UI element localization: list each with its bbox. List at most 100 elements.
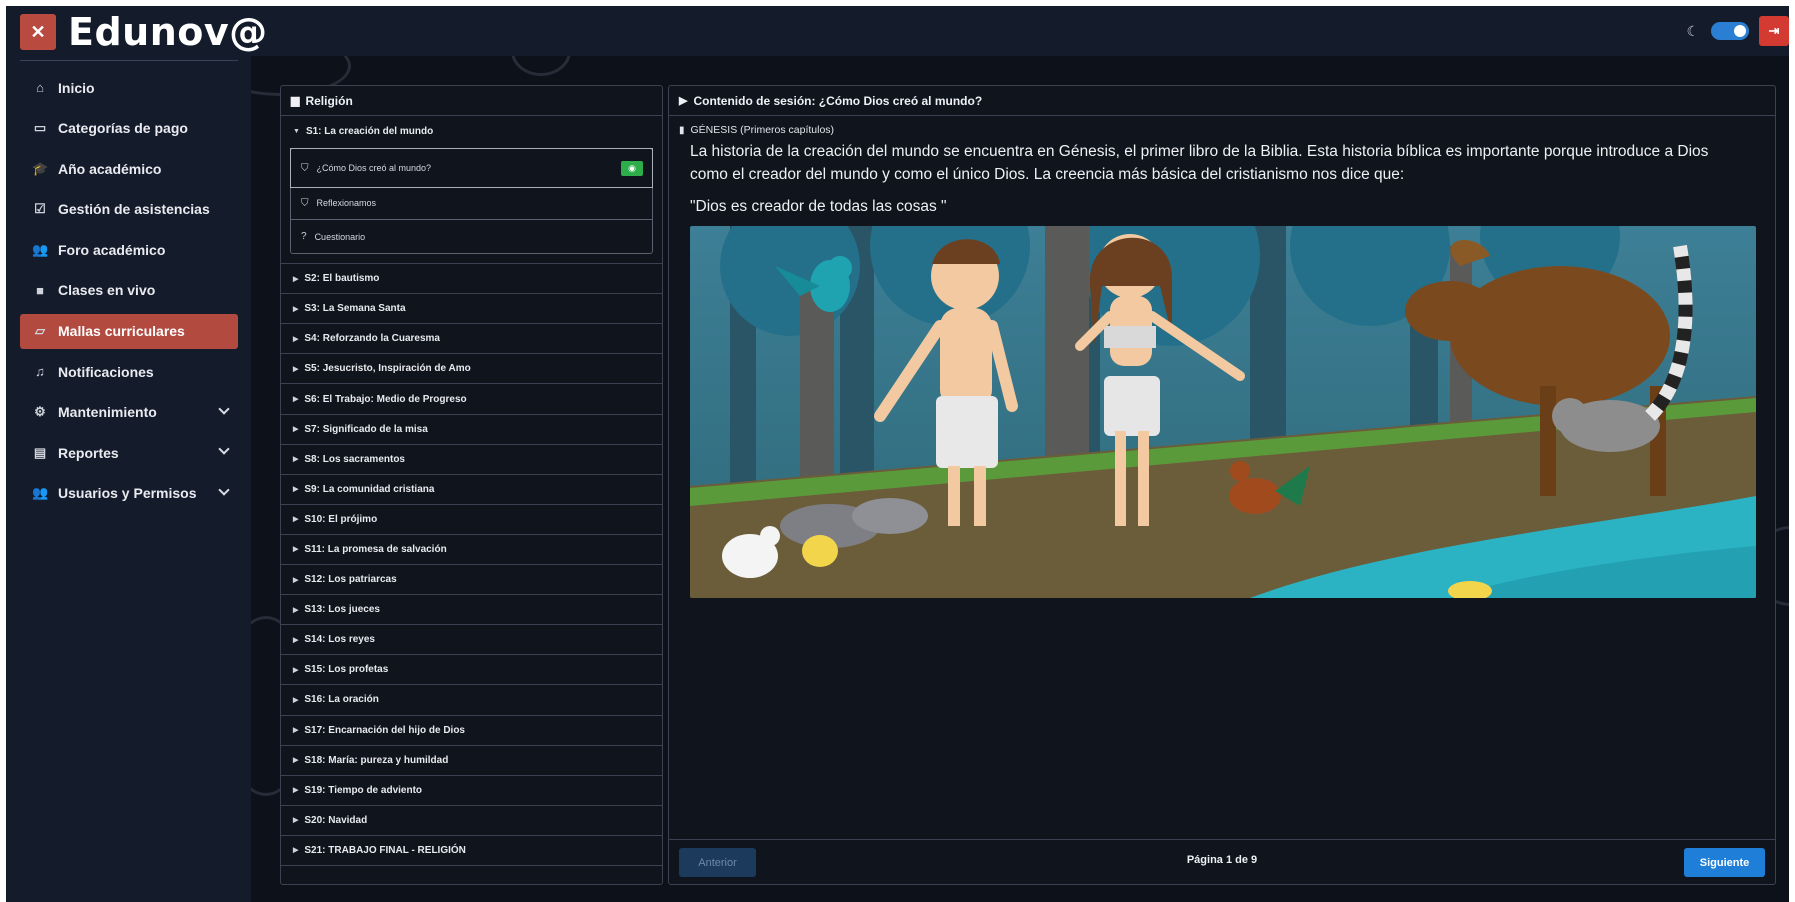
folder-open-icon: ▱ (35, 323, 45, 339)
bookmark-icon: ⛉ (301, 162, 309, 174)
sidebar: ✕ Edunov@ ⌂ Inicio ▭ Categorías de pago 🎓 Año… (6, 6, 267, 902)
lesson-list: ⛉ ¿Cómo Dios creó al mundo? ◉ ⛉ Reflexionamo… (290, 148, 653, 255)
course-panel-header: ▆ Religión (281, 86, 662, 116)
caret-right-icon: ▶ (293, 546, 299, 554)
session-label: S9: La comunidad cristiana (304, 483, 435, 495)
sidebar-item-label: Usuarios y Permisos (58, 485, 197, 502)
cogs-icon: ⚙ (34, 404, 46, 420)
session-label: S20: Navidad (304, 814, 368, 826)
brand-logo: Edunov@ (68, 10, 268, 54)
session-item[interactable]: ▶ S13: Los jueces (281, 595, 662, 626)
session-label: S21: TRABAJO FINAL - RELIGIÓN (304, 844, 466, 856)
caret-right-icon: ▶ (293, 305, 299, 313)
session-item[interactable]: ▶ S18: María: pureza y humildad (281, 746, 662, 776)
session-label: S12: Los patriarcas (304, 574, 397, 586)
caret-right-icon: ▶ (293, 787, 299, 795)
brand: ✕ Edunov@ (20, 10, 268, 54)
session-item[interactable]: ▶ S21: TRABAJO FINAL - RELIGIÓN (281, 836, 662, 866)
sidebar-item-mantenimiento[interactable]: ⚙ Mantenimiento (20, 395, 238, 430)
session-item[interactable]: ▶ S15: Los profetas (281, 655, 662, 686)
session-item[interactable]: ▶ S7: Significado de la misa (281, 415, 662, 445)
session-label: S8: Los sacramentos (304, 453, 405, 465)
session-label: S18: María: pureza y humildad (304, 754, 449, 766)
logout-button[interactable]: ⇥ (1759, 16, 1789, 46)
session-item[interactable]: ▶ S14: Los reyes (281, 625, 662, 656)
session-item[interactable]: ▶ S5: Jesucristo, Inspiración de Amo (281, 354, 662, 385)
caret-right-icon: ▶ (293, 757, 299, 765)
sidebar-item-label: Mantenimiento (58, 404, 157, 421)
session-item[interactable]: ▶ S8: Los sacramentos (281, 445, 662, 475)
session-item[interactable]: ▶ S11: La promesa de salvación (281, 535, 662, 566)
session-label: S16: La oración (304, 694, 379, 706)
sidebar-item-categorías-de-pago[interactable]: ▭ Categorías de pago (20, 111, 238, 146)
session-item[interactable]: ▶ S12: Los patriarcas (281, 565, 662, 596)
session-item[interactable]: ▶ S10: El prójimo (281, 505, 662, 535)
book-icon: ▆ (291, 95, 300, 107)
caret-right-icon: ▶ (293, 456, 299, 464)
sidebar-menu: ⌂ Inicio ▭ Categorías de pago 🎓 Año académico… (20, 70, 238, 517)
session-item[interactable]: ▶ S2: El bautismo (281, 264, 662, 295)
caret-right-icon: ▶ (293, 636, 299, 644)
question-circle-icon: ? (301, 231, 307, 243)
session-label: S15: Los profetas (304, 664, 389, 676)
lesson-label: Reflexionamos (316, 198, 377, 209)
chapter-title: ▮ GÉNESIS (Primeros capítulos) (679, 124, 1767, 136)
chevron-down-icon (218, 403, 230, 415)
session-item[interactable]: ▶ S20: Navidad (281, 806, 662, 836)
session-label: S7: Significado de la misa (304, 423, 428, 435)
caret-right-icon: ▶ (293, 365, 299, 373)
bell-icon: ♫ (35, 364, 45, 380)
sidebar-item-notificaciones[interactable]: ♫ Notificaciones (20, 354, 238, 389)
page-indicator: Página 1 de 9 (1186, 854, 1258, 866)
session-item[interactable]: ▶ S17: Encarnación del hijo de Dios (281, 716, 662, 746)
graduation-cap-icon: 🎓 (32, 160, 49, 176)
caret-right-icon: ▶ (293, 486, 299, 494)
caret-right-icon: ▶ (293, 396, 299, 404)
sidebar-item-año-académico[interactable]: 🎓 Año académico (20, 151, 238, 186)
session-item[interactable]: ▶ S16: La oración (281, 685, 662, 716)
session-item[interactable]: ▶ S3: La Semana Santa (281, 294, 662, 325)
session-label: S14: Los reyes (304, 634, 375, 646)
course-title: Religión (305, 93, 353, 108)
file-icon: ▤ (33, 444, 47, 460)
content-panel: ▶ Contenido de sesión: ¿Cómo Dios creó a… (668, 85, 1776, 885)
caret-right-icon: ▶ (293, 606, 299, 614)
session-item-s1[interactable]: ▼ S1: La creación del mundo (281, 116, 662, 146)
sidebar-item-reportes[interactable]: ▤ Reportes (20, 435, 238, 470)
sidebar-item-foro-académico[interactable]: 👥 Foro académico (20, 232, 238, 267)
theme-toggle[interactable] (1711, 22, 1749, 40)
topbar-controls: ☾ ⇥ (1686, 16, 1789, 46)
session-list: ▶ S2: El bautismo ▶ S3: La Semana Santa ▶ S4:… (281, 263, 662, 866)
sidebar-item-usuarios-y-permisos[interactable]: 👥 Usuarios y Permisos (20, 476, 238, 511)
sidebar-item-label: Notificaciones (58, 363, 154, 380)
session-item[interactable]: ▶ S6: El Trabajo: Medio de Progreso (281, 384, 662, 415)
lesson-label: Cuestionario (314, 231, 366, 242)
content-quote: "Dios es creador de todas las cosas " (690, 198, 947, 215)
caret-right-icon: ▶ (293, 516, 299, 524)
next-button[interactable]: Siguiente (1684, 848, 1765, 877)
lesson-item[interactable]: ⛉ Reflexionamos (291, 187, 652, 221)
sidebar-item-inicio[interactable]: ⌂ Inicio (20, 70, 238, 105)
caret-right-icon: ▶ (293, 426, 299, 434)
session-item[interactable]: ▶ S19: Tiempo de adviento (281, 776, 662, 806)
sidebar-item-mallas-curriculares[interactable]: ▱ Mallas curriculares (20, 313, 238, 349)
sidebar-item-clases-en-vivo[interactable]: ■ Clases en vivo (20, 273, 238, 308)
sidebar-item-label: Reportes (58, 444, 119, 461)
caret-right-icon: ▶ (293, 275, 299, 283)
session-item[interactable]: ▶ S4: Reforzando la Cuaresma (281, 324, 662, 355)
session-item[interactable]: ▶ S9: La comunidad cristiana (281, 475, 662, 505)
sidebar-item-gestión-de-asistencias[interactable]: ☑ Gestión de asistencias (20, 192, 238, 227)
divider (20, 60, 238, 61)
moon-icon: ☾ (1686, 22, 1699, 39)
close-sidebar-button[interactable]: ✕ (20, 14, 56, 50)
lesson-item[interactable]: ? Cuestionario (291, 220, 652, 253)
users-icon: 👥 (32, 241, 49, 257)
sidebar-item-label: Gestión de asistencias (58, 201, 210, 218)
sidebar-item-label: Mallas curriculares (58, 323, 185, 340)
caret-right-icon: ▶ (293, 847, 299, 855)
pagination-bar: Anterior Página 1 de 9 Siguiente (669, 839, 1775, 884)
sidebar-item-label: Inicio (58, 79, 95, 96)
content-panel-header: ▶ Contenido de sesión: ¿Cómo Dios creó a… (669, 86, 1775, 116)
view-eye-button[interactable]: ◉ (621, 161, 643, 177)
lesson-item[interactable]: ⛉ ¿Cómo Dios creó al mundo? ◉ (290, 148, 653, 189)
